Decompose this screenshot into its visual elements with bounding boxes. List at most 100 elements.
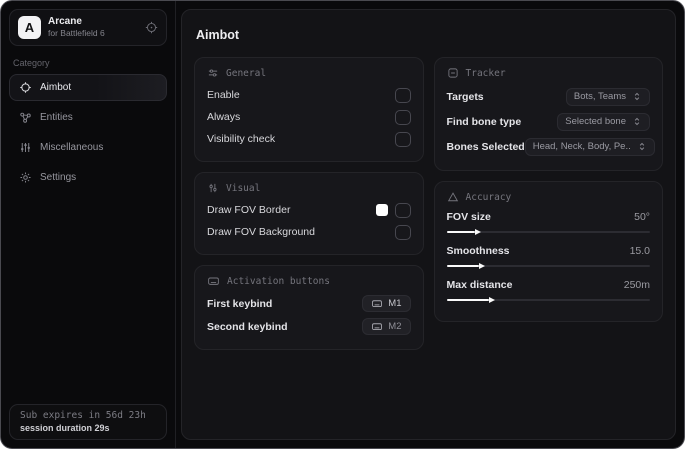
bones-selected-select[interactable]: Head, Neck, Body, Pe.. <box>524 137 655 156</box>
find-bone-type-select[interactable]: Selected bone <box>557 112 650 131</box>
sidebar-item-aimbot[interactable]: Aimbot <box>9 74 167 101</box>
controls-group <box>375 202 411 218</box>
keyboard-icon <box>371 321 383 332</box>
section-title: Tracker <box>465 67 506 79</box>
app-logo: A <box>18 16 41 39</box>
app-header: A Arcane for Battlefield 6 <box>9 9 167 46</box>
general-card-title: General <box>207 67 411 79</box>
subscription-info: Sub expires in 56d 23h session duration … <box>9 404 167 440</box>
draw-fov-border-row: Draw FOV Border <box>207 199 411 221</box>
select-value: Selected bone <box>565 116 626 127</box>
tracker-card-title: Tracker <box>447 67 651 79</box>
sidebar-item-entities[interactable]: Entities <box>9 104 167 131</box>
accuracy-card-title: Accuracy <box>447 191 651 203</box>
slider-fill <box>446 229 481 235</box>
accuracy-card: Accuracy FOV size 50° Smoothness 15.0 Ma… <box>433 181 663 322</box>
section-title: General <box>226 67 267 79</box>
tracker-card: Tracker Targets Bots, Teams Find bone ty… <box>433 57 663 171</box>
targets-row: Targets Bots, Teams <box>447 84 650 109</box>
first-keybind-button[interactable]: M1 <box>362 295 411 312</box>
focus-crosshair-icon[interactable] <box>145 21 158 34</box>
general-card: General Enable Always Visibility check <box>194 57 424 162</box>
slider-thumb[interactable] <box>474 229 481 235</box>
row-label: Draw FOV Border <box>207 204 291 216</box>
max-distance-slider[interactable] <box>446 297 650 303</box>
draw-fov-border-checkbox[interactable] <box>394 202 411 218</box>
main-panel: Aimbot General Enable Always Visibility … <box>181 9 676 440</box>
session-duration-text: session duration 29s <box>20 423 110 433</box>
sidebar-item-settings[interactable]: Settings <box>9 164 167 191</box>
sidebar: A Arcane for Battlefield 6 Category Aimb… <box>1 1 176 448</box>
slider-fill <box>446 263 486 269</box>
row-label: Visibility check <box>207 133 276 145</box>
row-label: Bones Selected <box>446 140 525 153</box>
visual-card: Visual Draw FOV Border Draw FOV Backgrou… <box>194 172 424 255</box>
fov-size-group: FOV size 50° <box>446 208 650 235</box>
select-value: Head, Neck, Body, Pe.. <box>532 141 631 152</box>
sidebar-item-miscellaneous[interactable]: Miscellaneous <box>9 134 167 161</box>
second-keybind-row: Second keybind M2 <box>207 315 411 338</box>
slider-value: 250m <box>623 279 650 291</box>
smoothness-head: Smoothness 15.0 <box>447 242 651 260</box>
activation-buttons-card: Activation buttons First keybind M1 Seco… <box>194 265 424 350</box>
row-label: Smoothness <box>446 245 510 257</box>
row-label: Second keybind <box>207 320 288 333</box>
keybind-value: M1 <box>388 298 402 309</box>
app-meta: Arcane for Battlefield 6 <box>48 16 105 38</box>
visual-card-title: Visual <box>207 182 411 194</box>
square-minus-icon <box>447 67 459 79</box>
content-columns: General Enable Always Visibility check V… <box>194 57 663 360</box>
sliders-vertical-icon <box>207 182 219 194</box>
sidebar-item-label: Settings <box>40 172 77 183</box>
slider-value: 50° <box>634 211 650 223</box>
gear-icon <box>19 171 32 184</box>
row-label: Draw FOV Background <box>207 226 315 238</box>
color-swatch[interactable] <box>375 204 388 216</box>
app-name: Arcane <box>48 16 82 28</box>
first-keybind-row: First keybind M1 <box>207 292 411 315</box>
slider-value: 15.0 <box>629 245 650 257</box>
always-checkbox[interactable] <box>394 109 411 125</box>
second-keybind-button[interactable]: M2 <box>362 318 411 335</box>
bones-selected-row: Bones Selected Head, Neck, Body, Pe.. <box>446 134 655 159</box>
section-title: Accuracy <box>465 191 512 203</box>
section-title: Activation buttons <box>227 275 330 287</box>
fov-size-slider[interactable] <box>446 229 650 235</box>
category-label: Category <box>13 58 50 68</box>
enable-row: Enable <box>207 84 411 106</box>
crosshair-icon <box>19 81 32 94</box>
slider-thumb[interactable] <box>489 297 496 303</box>
section-title: Visual <box>226 182 261 194</box>
equalizer-icon <box>19 141 32 154</box>
keyboard-icon <box>207 275 220 287</box>
right-column: Tracker Targets Bots, Teams Find bone ty… <box>433 57 663 332</box>
draw-fov-background-row: Draw FOV Background <box>207 221 411 243</box>
max-distance-head: Max distance 250m <box>447 276 651 294</box>
row-label: FOV size <box>446 211 491 223</box>
keybind-value: M2 <box>388 321 402 332</box>
slider-thumb[interactable] <box>479 263 486 269</box>
row-label: First keybind <box>207 297 273 310</box>
targets-select[interactable]: Bots, Teams <box>565 87 650 106</box>
activation-card-title: Activation buttons <box>207 275 411 287</box>
sliders-horizontal-icon <box>207 67 219 79</box>
row-label: Enable <box>207 89 240 101</box>
sidebar-item-label: Aimbot <box>40 82 72 93</box>
chevrons-up-down-icon <box>632 116 642 127</box>
slider-fill <box>446 297 496 303</box>
smoothness-slider[interactable] <box>446 263 650 269</box>
sub-expires-text: Sub expires in 56d 23h <box>20 410 146 421</box>
sidebar-item-label: Miscellaneous <box>40 142 104 153</box>
app-window: A Arcane for Battlefield 6 Category Aimb… <box>0 0 685 449</box>
smoothness-group: Smoothness 15.0 <box>446 242 651 269</box>
visibility-check-checkbox[interactable] <box>394 131 411 147</box>
enable-checkbox[interactable] <box>394 87 411 103</box>
draw-fov-background-checkbox[interactable] <box>394 224 411 240</box>
max-distance-group: Max distance 250m <box>446 276 651 303</box>
page-title: Aimbot <box>196 28 240 42</box>
keyboard-icon <box>371 298 383 309</box>
visibility-check-row: Visibility check <box>207 128 411 150</box>
always-row: Always <box>207 106 411 128</box>
row-label: Find bone type <box>446 115 522 128</box>
sidebar-item-label: Entities <box>40 112 73 123</box>
